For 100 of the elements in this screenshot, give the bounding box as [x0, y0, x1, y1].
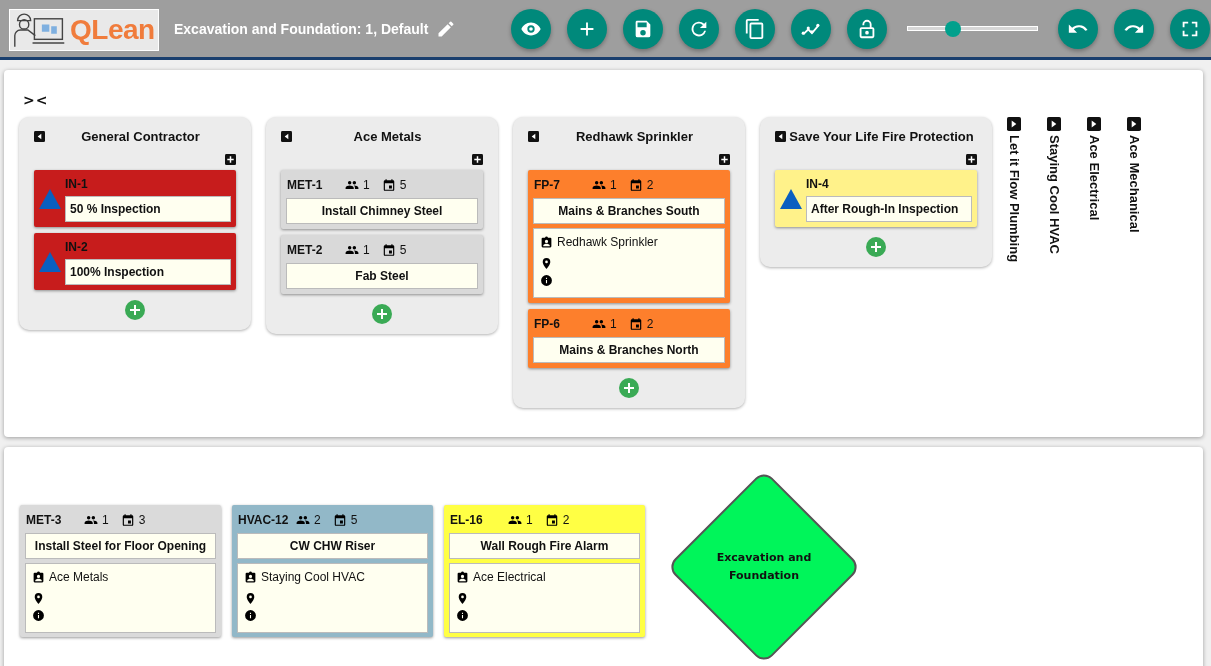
task-card[interactable]: MET-1 1 5 Install Chimney Steel — [281, 170, 483, 229]
info-icon — [32, 609, 45, 622]
triangle-icon — [39, 189, 61, 209]
inspection-card[interactable]: IN-2 100% Inspection — [34, 233, 236, 290]
card-title: Mains & Branches North — [533, 337, 725, 363]
add-card-icon[interactable] — [966, 154, 977, 165]
info-icon — [540, 274, 553, 287]
card-id: IN-2 — [65, 240, 89, 254]
crew-count: 2 — [314, 513, 321, 527]
contact-badge-icon — [456, 570, 469, 584]
collapse-icon[interactable] — [775, 131, 786, 142]
duration-days: 2 — [646, 317, 654, 331]
chart-button[interactable] — [791, 8, 832, 49]
inspection-card[interactable]: IN-4 After Rough-In Inspection — [775, 170, 977, 227]
card-title: After Rough-In Inspection — [806, 196, 972, 222]
inspection-card[interactable]: IN-1 50 % Inspection — [34, 170, 236, 227]
lane-title: General Contractor — [80, 129, 201, 144]
lock-button[interactable] — [847, 8, 888, 49]
expand-collapse-toggle[interactable]: >< — [23, 92, 49, 108]
calendar-icon — [120, 513, 135, 527]
task-card[interactable]: FP-6 1 2 Mains & Branches North — [528, 309, 730, 368]
schedule-title: Excavation and Foundation: 1, Default — [174, 20, 429, 37]
card-title: Install Chimney Steel — [286, 198, 478, 224]
duration-days: 5 — [399, 243, 407, 257]
calendar-icon — [381, 243, 396, 257]
add-button[interactable] — [372, 304, 392, 324]
card-title: 100% Inspection — [65, 259, 231, 285]
duration-days: 5 — [399, 178, 407, 192]
lane-title: Ace Metals — [352, 129, 423, 144]
info-icon — [456, 609, 469, 622]
expand-icon[interactable] — [1047, 117, 1061, 131]
duration-days: 2 — [646, 178, 654, 192]
collapse-icon[interactable] — [34, 131, 45, 142]
lane-title: Ace Mechanical — [1127, 135, 1142, 233]
calendar-icon — [332, 513, 347, 527]
redo-button[interactable] — [1114, 8, 1155, 49]
fullscreen-button[interactable] — [1170, 8, 1211, 49]
expand-icon[interactable] — [1007, 117, 1021, 131]
card-id: FP-6 — [534, 317, 561, 331]
calendar-icon — [381, 178, 396, 192]
duration-days: 5 — [350, 513, 358, 527]
task-card[interactable]: FP-7 1 2 Mains & Branches South Redhawk Sprinkler — [528, 170, 730, 303]
calendar-icon — [628, 317, 643, 331]
task-card[interactable]: MET-2 1 5 Fab Steel — [281, 235, 483, 294]
people-icon — [592, 317, 606, 331]
crew-count: 1 — [363, 243, 370, 257]
card-title: Fab Steel — [286, 263, 478, 289]
task-card[interactable]: EL-16 1 2 Wall Rough Fire Alarm Ace Electrical — [444, 505, 645, 637]
people-icon — [345, 243, 359, 257]
duration-days: 3 — [138, 513, 146, 527]
card-title: Wall Rough Fire Alarm — [449, 533, 640, 559]
expand-icon[interactable] — [1087, 117, 1101, 131]
company-name: Staying Cool HVAC — [261, 570, 365, 584]
calendar-icon — [544, 513, 559, 527]
crew-count: 1 — [363, 178, 370, 192]
milestone-label: Excavation and Foundation — [715, 550, 813, 584]
add-button[interactable] — [125, 300, 145, 320]
add-card-icon[interactable] — [472, 154, 483, 165]
add-button[interactable] — [567, 8, 608, 49]
info-icon — [244, 609, 257, 622]
card-id: MET-2 — [287, 243, 324, 257]
add-button[interactable] — [866, 237, 886, 257]
task-card[interactable]: HVAC-12 2 5 CW CHW Riser Staying Cool HVAC — [232, 505, 433, 637]
people-icon — [84, 513, 98, 527]
card-title: 50 % Inspection — [65, 196, 231, 222]
add-card-icon[interactable] — [719, 154, 730, 165]
people-icon — [345, 178, 359, 192]
collapse-icon[interactable] — [528, 131, 539, 142]
copy-button[interactable] — [735, 8, 776, 49]
location-pin-icon — [244, 592, 257, 605]
view-button[interactable] — [511, 8, 552, 49]
card-title: CW CHW Riser — [237, 533, 428, 559]
crew-count: 1 — [526, 513, 533, 527]
card-title: Install Steel for Floor Opening — [25, 533, 216, 559]
refresh-button[interactable] — [679, 8, 720, 49]
triangle-icon — [780, 189, 802, 209]
location-pin-icon — [32, 592, 45, 605]
save-button[interactable] — [623, 8, 664, 49]
contact-badge-icon — [32, 570, 45, 584]
duration-days: 2 — [562, 513, 570, 527]
triangle-icon — [39, 252, 61, 272]
task-card[interactable]: MET-3 1 3 Install Steel for Floor Opening Ace Metals — [20, 505, 221, 637]
card-id: IN-4 — [806, 177, 830, 191]
slider-thumb[interactable] — [945, 20, 962, 37]
undo-button[interactable] — [1058, 8, 1099, 49]
card-id: FP-7 — [534, 178, 561, 192]
add-card-icon[interactable] — [225, 154, 236, 165]
card-id: EL-16 — [450, 513, 484, 527]
expand-icon[interactable] — [1127, 117, 1141, 131]
add-button[interactable] — [619, 378, 639, 398]
company-name: Ace Electrical — [473, 570, 546, 584]
company-name: Ace Metals — [49, 570, 109, 584]
zoom-slider[interactable] — [907, 20, 1039, 37]
lane-title: Let it Flow Plumbing — [1007, 135, 1022, 263]
collapse-icon[interactable] — [281, 131, 292, 142]
people-icon — [592, 178, 606, 192]
crew-count: 1 — [610, 178, 617, 192]
lane-title: Redhawk Sprinkler — [574, 129, 694, 144]
people-icon — [508, 513, 522, 527]
crew-count: 1 — [610, 317, 617, 331]
